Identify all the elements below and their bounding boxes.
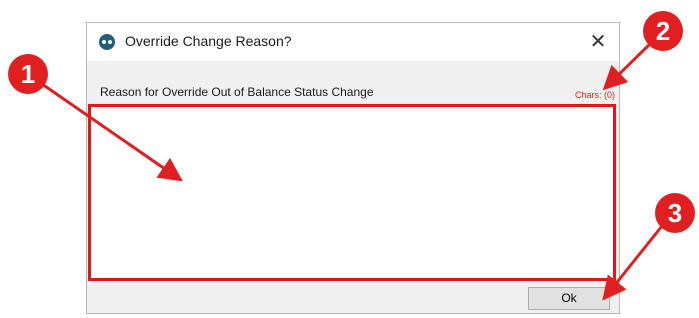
ok-button[interactable]: Ok (528, 287, 610, 310)
annotation-badge-2: 2 (643, 11, 683, 51)
override-change-reason-dialog: Override Change Reason? ✕ Reason for Ove… (86, 22, 620, 314)
dialog-title: Override Change Reason? (125, 33, 292, 49)
reason-textarea[interactable] (91, 107, 613, 278)
annotation-badge-1: 1 (8, 54, 48, 94)
app-logo-icon (99, 34, 115, 50)
screenshot-stage: Override Change Reason? ✕ Reason for Ove… (0, 0, 699, 318)
reason-prompt-label: Reason for Override Out of Balance Statu… (100, 85, 374, 99)
chars-counter: Chars: (0) (574, 90, 615, 100)
close-button[interactable]: ✕ (583, 27, 613, 57)
dialog-titlebar: Override Change Reason? ✕ (87, 23, 619, 61)
annotation-badge-3: 3 (655, 193, 695, 233)
reason-input-frame (88, 104, 616, 281)
